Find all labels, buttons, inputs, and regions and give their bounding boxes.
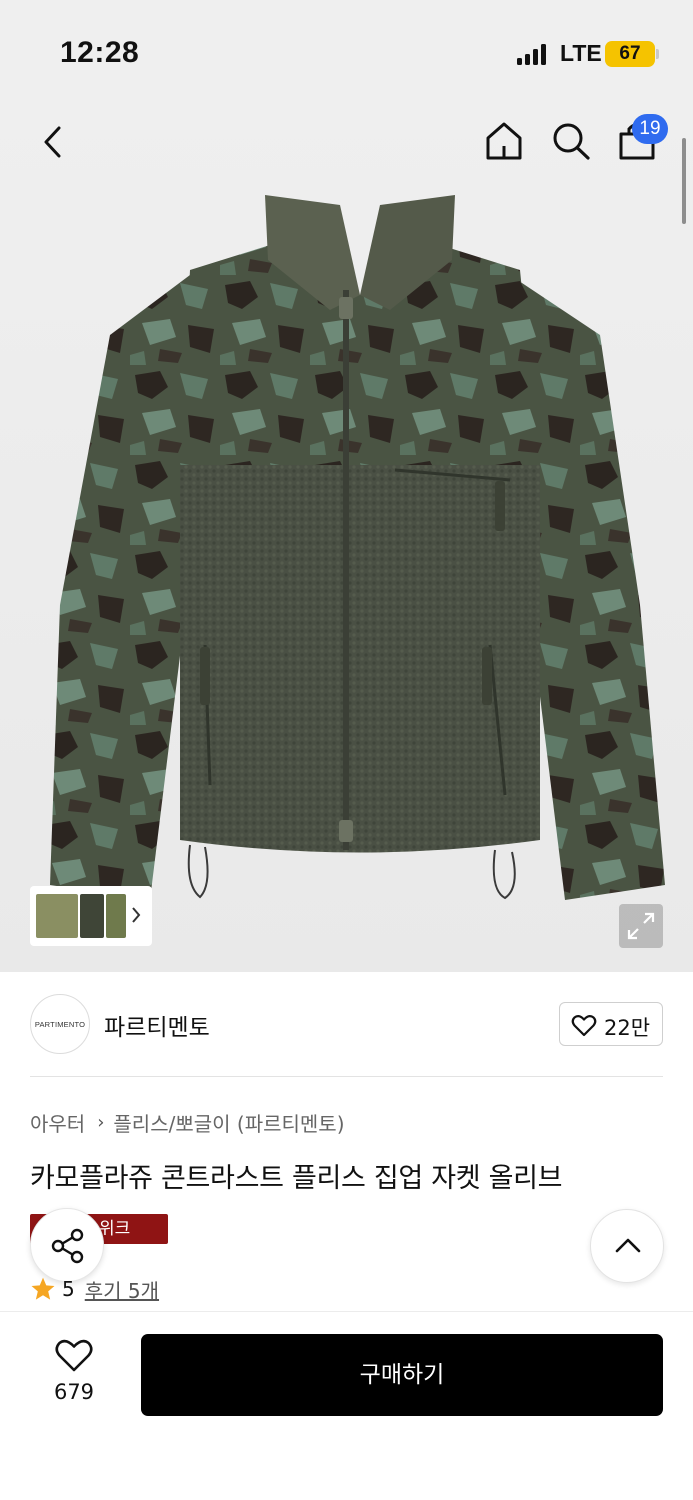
divider xyxy=(30,1076,663,1077)
share-icon xyxy=(51,1228,84,1264)
rating-value: 5 xyxy=(62,1277,75,1301)
brand-logo[interactable]: PARTIMENTO xyxy=(30,994,90,1054)
chevron-left-icon xyxy=(44,126,61,158)
brand-logo-text: PARTIMENTO xyxy=(34,1019,86,1029)
back-button[interactable] xyxy=(34,120,74,164)
heart-icon xyxy=(55,1339,93,1372)
star-icon xyxy=(31,1277,55,1300)
expand-button[interactable] xyxy=(619,904,663,948)
product-title: 카모플라쥬 콘트라스트 플리스 집업 자켓 올리브 xyxy=(30,1163,563,1194)
expand-icon xyxy=(627,912,655,940)
chevron-right-icon xyxy=(132,907,141,923)
status-bar: 12:28 LTE 67 xyxy=(0,0,693,100)
brand-like-count: 22만 xyxy=(604,1016,651,1040)
scroll-indicator xyxy=(682,138,686,224)
review-link[interactable]: 후기 5개 xyxy=(85,1275,159,1304)
chevron-up-icon xyxy=(615,1238,641,1253)
brand-like-button[interactable]: 22만 xyxy=(559,1002,663,1046)
share-button[interactable] xyxy=(30,1208,104,1282)
cart-count-badge: 19 xyxy=(632,114,668,144)
color-thumbnail[interactable] xyxy=(36,894,78,938)
heart-icon xyxy=(571,1015,597,1037)
buy-button[interactable]: 구매하기 xyxy=(141,1334,663,1416)
product-image xyxy=(50,195,665,900)
home-icon xyxy=(486,122,522,160)
color-thumbnail[interactable] xyxy=(80,894,104,938)
network-label: LTE xyxy=(560,40,602,66)
search-button[interactable] xyxy=(549,118,593,164)
color-thumbnail[interactable] xyxy=(106,894,126,938)
breadcrumb-item[interactable]: 아우터 xyxy=(30,1108,85,1137)
chevron-right-icon: › xyxy=(97,1112,105,1133)
battery-tip xyxy=(656,49,659,59)
status-time: 12:28 xyxy=(60,36,140,69)
home-button[interactable] xyxy=(482,118,526,164)
search-icon xyxy=(553,123,590,160)
battery-level: 67 xyxy=(619,43,641,64)
wishlist-button[interactable]: 679 xyxy=(40,1338,108,1410)
breadcrumb-item[interactable]: 플리스/뽀글이 (파르티멘토) xyxy=(113,1108,344,1137)
color-thumbnail-strip[interactable] xyxy=(30,886,152,946)
signal-icon xyxy=(517,43,547,65)
bottom-action-bar: 679 구매하기 xyxy=(0,1311,693,1500)
wishlist-count: 679 xyxy=(53,1380,95,1404)
battery-icon: 67 xyxy=(605,41,655,67)
rating-row: 5 후기 5개 xyxy=(30,1274,159,1304)
breadcrumb: 아우터 › 플리스/뽀글이 (파르티멘토) xyxy=(30,1108,345,1137)
scroll-to-top-button[interactable] xyxy=(590,1209,664,1283)
product-image-gallery[interactable]: 19 xyxy=(0,100,693,972)
brand-name[interactable]: 파르티멘토 xyxy=(104,1008,210,1042)
